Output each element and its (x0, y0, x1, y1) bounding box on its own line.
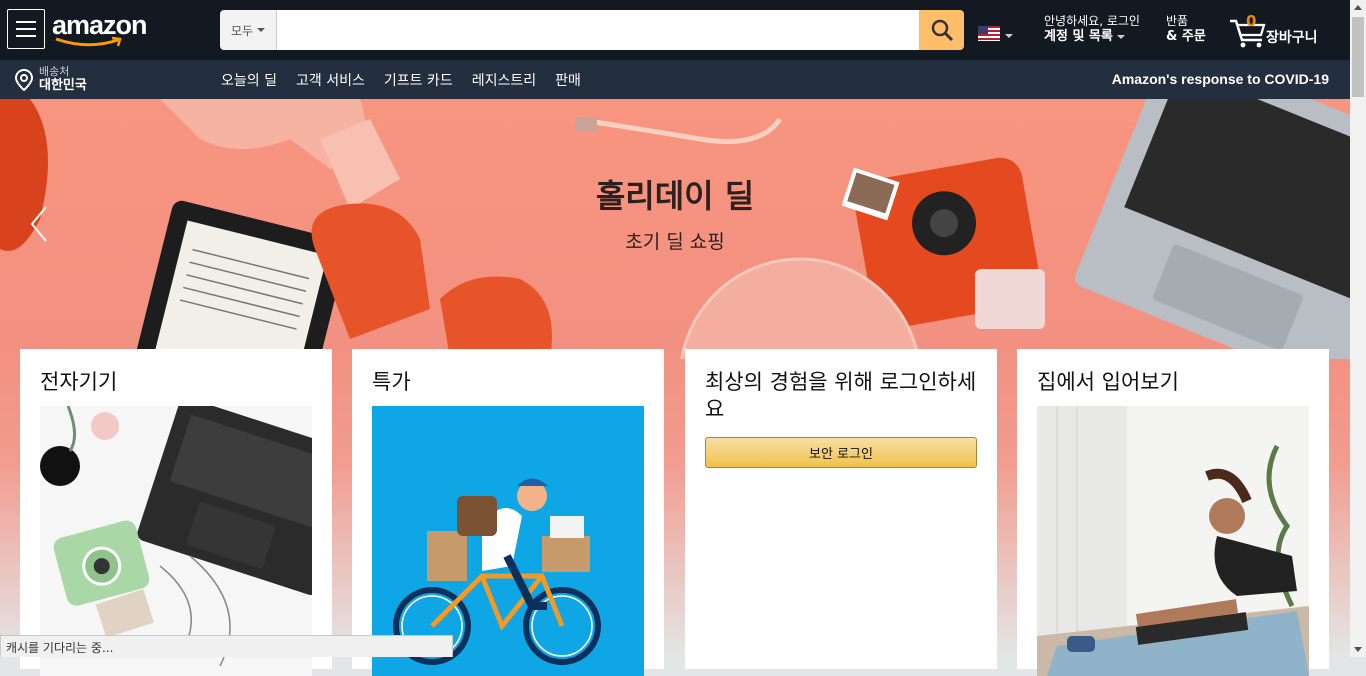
card-deals: 특가 (352, 349, 664, 676)
chevron-down-icon (257, 28, 266, 32)
search-bar: 모두 (220, 10, 964, 50)
status-text: 캐시를 기다리는 중... (6, 641, 114, 655)
deliver-to-label: 배송처 (39, 65, 70, 78)
search-category-label: 모두 (230, 23, 254, 38)
browser-status-bar: 캐시를 기다리는 중... (0, 635, 453, 657)
hero-title: 홀리데이 딜 (595, 177, 755, 215)
search-button[interactable] (919, 10, 964, 50)
nav-link-customer-service[interactable]: 고객 서비스 (296, 70, 365, 90)
scrollbar-thumb[interactable] (1352, 17, 1364, 97)
top-nav: amazon 모두 안녕하세요, 로그인 계정 및 목록 반품 & 주문 0 장… (0, 0, 1350, 60)
card-try-at-home: 집에서 입어보기 (1017, 349, 1329, 676)
menu-icon[interactable] (7, 9, 45, 49)
scroll-down-icon[interactable] (1354, 647, 1362, 652)
account-menu[interactable]: 안녕하세요, 로그인 계정 및 목록 (1044, 13, 1140, 45)
nav-link-todays-deals[interactable]: 오늘의 딜 (221, 70, 277, 90)
cart-label: 장바구니 (1266, 30, 1318, 46)
scroll-up-icon[interactable] (1354, 5, 1362, 10)
sub-nav: 배송처 대한민국 오늘의 딜 고객 서비스 기프트 카드 레지스트리 판매 Am… (0, 60, 1350, 99)
card-title[interactable]: 특가 (372, 369, 644, 396)
account-label: 계정 및 목록 (1044, 29, 1113, 44)
carousel-prev-icon[interactable] (26, 203, 52, 245)
card-electronics: 전자기기 (20, 349, 332, 676)
deliver-country: 대한민국 (39, 78, 87, 93)
smile-icon (55, 36, 122, 47)
nav-link-gift-cards[interactable]: 기프트 카드 (384, 70, 453, 90)
card-title[interactable]: 집에서 입어보기 (1037, 369, 1309, 396)
cart-button[interactable]: 0 장바구니 (1228, 12, 1338, 49)
card-sign-in: 최상의 경험을 위해 로그인하세요 보안 로그인 (685, 349, 997, 669)
nav-link-sell[interactable]: 판매 (555, 70, 581, 90)
try-at-home-image[interactable] (1037, 406, 1309, 676)
search-icon (931, 19, 953, 42)
secure-sign-in-button[interactable]: 보안 로그인 (705, 437, 977, 468)
chevron-down-icon (1005, 34, 1013, 38)
covid-response-link[interactable]: Amazon's response to COVID-19 (1112, 71, 1329, 87)
card-title[interactable]: 전자기기 (40, 369, 312, 396)
delivery-location[interactable]: 배송처 대한민국 (15, 65, 87, 93)
search-input[interactable] (277, 10, 919, 50)
account-greeting: 안녕하세요, 로그인 (1044, 14, 1140, 28)
sign-in-button-label: 보안 로그인 (809, 447, 873, 462)
search-category-select[interactable]: 모두 (220, 10, 277, 50)
hero-subtitle[interactable]: 초기 딜 쇼핑 (0, 227, 1350, 254)
orders-label: & 주문 (1166, 29, 1206, 44)
page-scrollbar[interactable] (1350, 0, 1366, 657)
us-flag-icon (978, 26, 1000, 41)
chevron-down-icon (1117, 34, 1126, 39)
yoga-stretch-image (1037, 406, 1309, 676)
cart-count: 0 (1246, 12, 1257, 30)
nav-link-registry[interactable]: 레지스트리 (472, 70, 536, 90)
returns-label: 반품 (1166, 14, 1189, 28)
location-pin-icon (15, 69, 33, 91)
card-title: 최상의 경험을 위해 로그인하세요 (705, 370, 977, 421)
amazon-logo[interactable]: amazon (52, 8, 152, 50)
returns-orders[interactable]: 반품 & 주문 (1166, 13, 1206, 45)
